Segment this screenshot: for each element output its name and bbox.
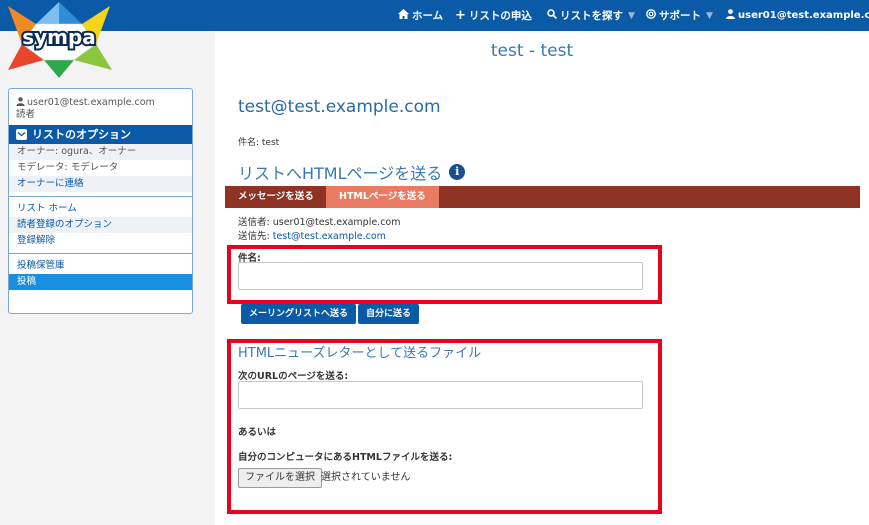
nav-request-list[interactable]: + リストの申込 — [455, 0, 532, 31]
sidebar-owner: オーナー: ogura、オーナー — [9, 144, 192, 160]
highlight-box-file — [227, 339, 662, 514]
tab-send-message[interactable]: メッセージを送る — [225, 186, 327, 208]
sidebar-user-role: 読者 — [16, 109, 36, 120]
sympa-logo[interactable]: sympa — [4, 0, 114, 78]
info-icon[interactable]: i — [449, 164, 466, 180]
sidebar-moderator: モデレータ: モデレータ — [17, 162, 119, 173]
recipient-link[interactable]: test@test.example.com — [273, 231, 386, 242]
sidebar-item-subscriber-options[interactable]: 読者登録のオプション — [9, 217, 192, 233]
section-title: リストへHTMLページを送る i — [238, 160, 466, 184]
list-address: test@test.example.com — [238, 97, 441, 117]
nav-home-label: ホーム — [412, 10, 444, 22]
user-icon — [16, 97, 25, 106]
nav-support[interactable]: サポート ▼ — [646, 0, 713, 31]
home-icon — [398, 9, 409, 22]
sidebar-divider — [9, 196, 192, 197]
highlight-box-subject — [227, 245, 662, 304]
envelope-icon — [16, 129, 27, 140]
sidebar-options-header: リストのオプション — [9, 125, 192, 144]
nav-request-list-label: リストの申込 — [468, 10, 532, 22]
sidebar-options-title: リストのオプション — [32, 128, 131, 141]
recipient-info: 送信先: test@test.example.com — [238, 228, 386, 242]
nav-search-list[interactable]: リストを探す ▼ — [547, 0, 635, 31]
sidebar-item-post[interactable]: 投稿 — [9, 274, 192, 290]
sender-info: 送信者: user01@test.example.com — [238, 217, 401, 228]
send-to-self-button[interactable]: 自分に送る — [358, 304, 420, 324]
user-icon — [726, 9, 735, 22]
page-title: test - test — [490, 41, 574, 61]
nav-user-label: user01@test.example.com — [738, 10, 869, 21]
chevron-down-icon: ▼ — [706, 10, 713, 21]
tab-bar: メッセージを送る HTMLページを送る — [225, 186, 860, 208]
list-subject: 件名: test — [238, 138, 280, 148]
sidebar-user-info: user01@test.example.com 読者 — [9, 89, 192, 125]
send-to-list-button[interactable]: メーリングリストへ送る — [241, 304, 357, 324]
plus-icon: + — [455, 8, 466, 23]
sidebar-user-email: user01@test.example.com — [27, 97, 155, 108]
nav-user-menu[interactable]: user01@test.example.com ▼ — [726, 0, 869, 31]
sidebar-item-unsubscribe[interactable]: 登録解除 — [9, 233, 192, 249]
recipient-label: 送信先: — [238, 231, 273, 242]
life-ring-icon — [646, 9, 656, 22]
sidebar-item-archives[interactable]: 投稿保管庫 — [9, 258, 192, 274]
sidebar-divider — [9, 253, 192, 254]
nav-search-list-label: リストを探す — [560, 10, 623, 22]
section-title-text: リストへHTMLページを送る — [238, 164, 443, 183]
nav-support-label: サポート — [659, 10, 701, 22]
sidebar: user01@test.example.com 読者 リストのオプション オーナ… — [8, 88, 193, 314]
chevron-down-icon: ▼ — [628, 10, 635, 21]
sidebar-item-contact-owner[interactable]: オーナーに連絡 — [9, 176, 192, 192]
tab-send-html[interactable]: HTMLページを送る — [326, 186, 439, 208]
nav-home[interactable]: ホーム — [398, 0, 443, 31]
logo-text: sympa — [22, 25, 96, 49]
sidebar-item-list-home[interactable]: リスト ホーム — [9, 201, 192, 217]
search-icon — [547, 9, 558, 22]
